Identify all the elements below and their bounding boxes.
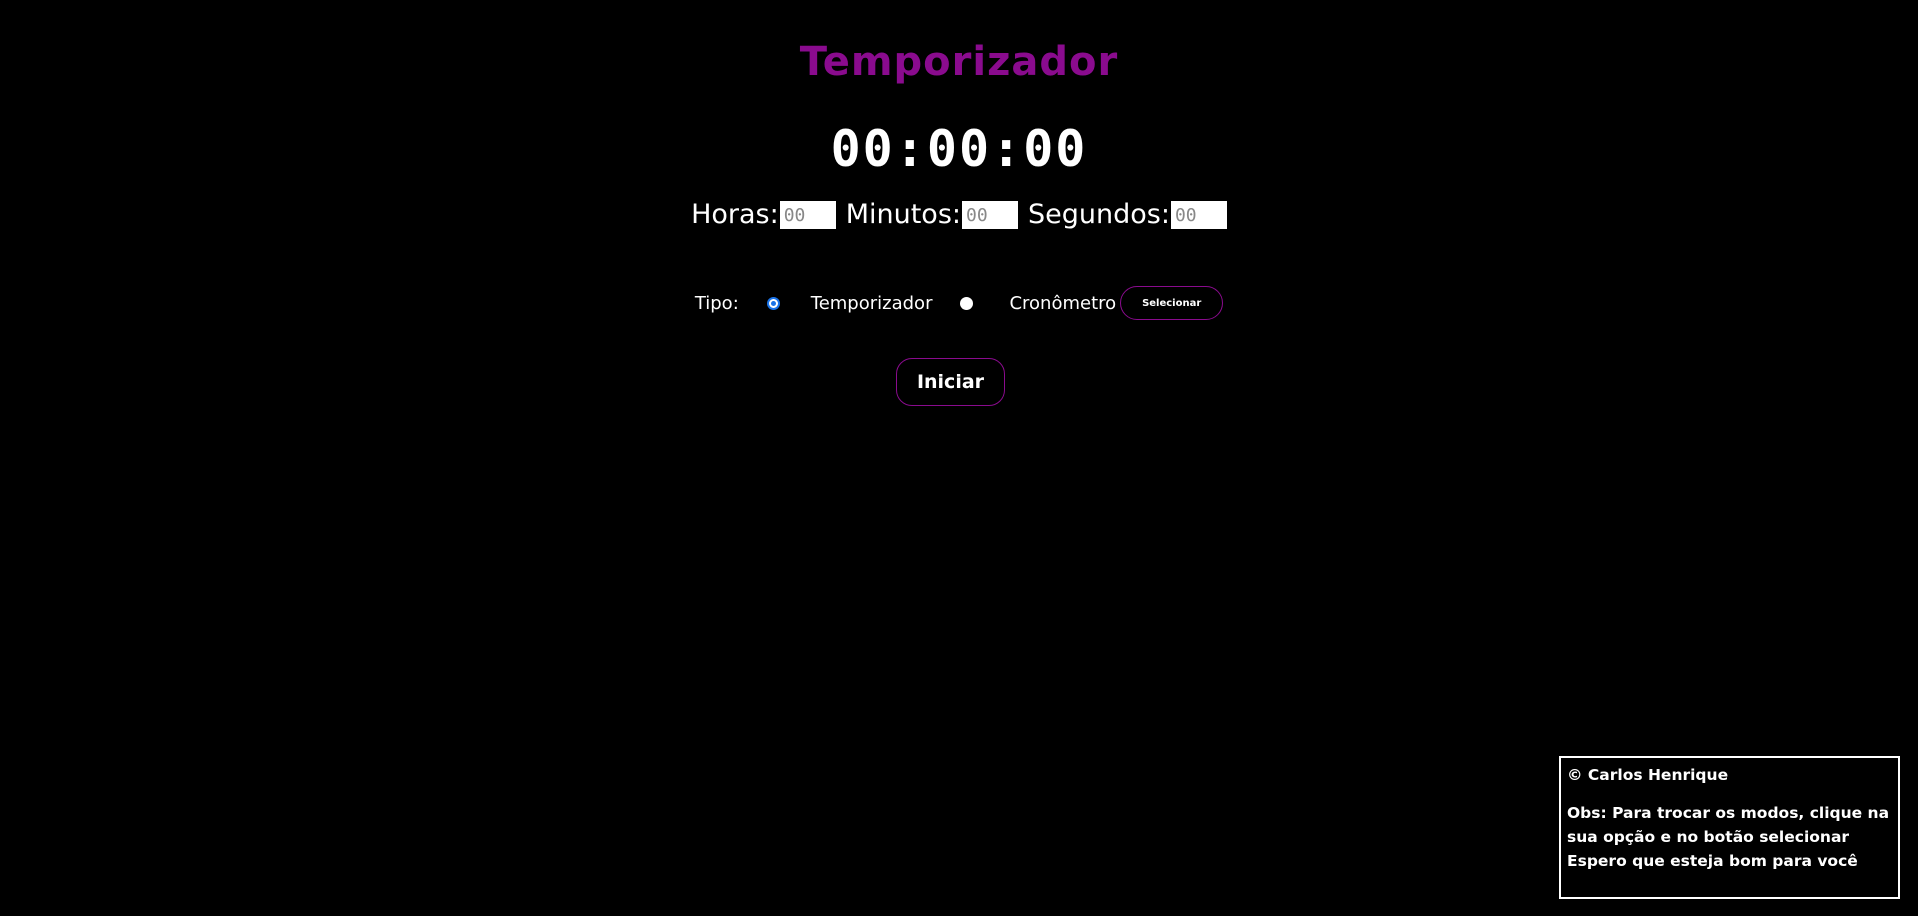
type-label: Tipo: — [694, 292, 739, 314]
start-button[interactable]: Iniciar — [896, 358, 1005, 406]
minutes-label: Minutos: — [845, 199, 961, 230]
radio-temporizador[interactable] — [766, 296, 780, 310]
option-label-temporizador: Temporizador — [810, 292, 933, 314]
option-label-cronometro: Cronômetro — [1009, 292, 1117, 314]
time-input-row: Horas: Minutos: Segundos: — [0, 198, 1918, 232]
timer-display: 00:00:00 — [830, 120, 1088, 178]
copyright-text: © Carlos Henrique — [1567, 766, 1729, 784]
select-button[interactable]: Selecionar — [1120, 286, 1224, 320]
seconds-input[interactable] — [1170, 201, 1227, 229]
minutes-input[interactable] — [962, 201, 1018, 229]
footer-note: Obs: Para trocar os modos, clique na sua… — [1567, 801, 1892, 873]
hours-input[interactable] — [779, 201, 836, 229]
footer-note-line2: Espero que esteja bom para você — [1567, 852, 1858, 870]
type-selector: Tipo: Temporizador Cronômetro Selecionar — [0, 286, 1918, 320]
footer-info-box: © Carlos Henrique Obs: Para trocar os mo… — [1559, 756, 1900, 899]
page-title: Temporizador — [799, 39, 1119, 85]
radio-cronometro[interactable] — [960, 296, 974, 310]
footer-note-line1: Obs: Para trocar os modos, clique na sua… — [1567, 804, 1890, 846]
hours-label: Horas: — [691, 199, 779, 230]
seconds-label: Segundos: — [1028, 199, 1170, 230]
